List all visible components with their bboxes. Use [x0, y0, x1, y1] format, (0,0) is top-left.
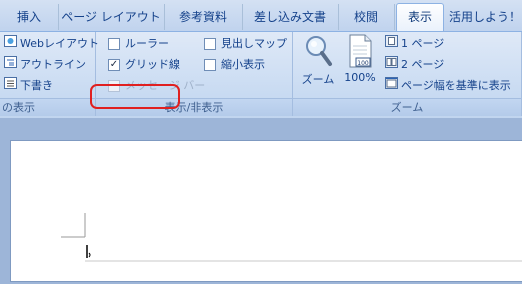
tab-insert[interactable]: 挿入 [0, 4, 59, 30]
gridlines-check-box[interactable]: ✓ [108, 59, 120, 71]
gridlines-highlight-outline [90, 84, 180, 109]
document-map-checkbox[interactable]: 見出しマップ [204, 35, 287, 53]
gridlines-checkbox[interactable]: ✓ グリッド線 [108, 56, 180, 74]
outline-button[interactable]: アウトライン [4, 56, 86, 74]
ribbon-tab-bar: 挿入 ページ レイアウト 参考資料 差し込み文書 校閲 表示 活用しよう！ [0, 0, 522, 32]
page-width-icon [385, 77, 398, 95]
ribbon-panel: Webレイアウト アウトライン 下書き の表示 ルーラー ✓ グリッド線 メッセー… [0, 31, 522, 118]
draft-button[interactable]: 下書き [4, 77, 53, 95]
document-page[interactable] [10, 140, 522, 282]
two-pages-button[interactable]: 2 ページ [385, 56, 444, 74]
document-map-check-box[interactable] [204, 38, 216, 50]
web-layout-icon [4, 35, 17, 53]
zoom-button[interactable]: ズーム [299, 34, 337, 87]
document-views-caption: の表示 [0, 98, 95, 116]
thumbnails-checkbox[interactable]: 縮小表示 [204, 56, 265, 74]
one-page-icon [385, 35, 398, 53]
ruler-check-box[interactable] [108, 38, 120, 50]
tab-page-layout[interactable]: ページ レイアウト [58, 4, 165, 30]
draft-icon [4, 77, 17, 95]
zoom-100-button[interactable]: 100 100% [341, 34, 379, 84]
page-100-icon: 100 [341, 34, 379, 71]
tab-references[interactable]: 参考資料 [164, 4, 243, 30]
document-workspace [0, 118, 522, 282]
tab-view[interactable]: 表示 [396, 3, 444, 32]
one-page-button[interactable]: 1 ページ [385, 35, 444, 53]
web-layout-button[interactable]: Webレイアウト [4, 35, 99, 53]
thumbnails-check-box[interactable] [204, 59, 216, 71]
ruler-checkbox[interactable]: ルーラー [108, 35, 169, 53]
zoom-caption: ズーム [293, 98, 521, 116]
svg-text:100: 100 [357, 60, 369, 67]
magnifier-icon [299, 34, 337, 71]
tab-mailings[interactable]: 差し込み文書 [242, 4, 339, 30]
tab-get-started[interactable]: 活用しよう！ [448, 4, 522, 30]
page-width-button[interactable]: ページ幅を基準に表示 [385, 77, 511, 95]
outline-icon [4, 56, 17, 74]
tab-review[interactable]: 校閲 [338, 4, 395, 30]
document-views-group: Webレイアウト アウトライン 下書き の表示 [0, 32, 99, 116]
page-guides [61, 213, 522, 262]
two-pages-icon [385, 56, 398, 74]
zoom-group: ズーム 100 100% 1 ページ 2 ページ ページ幅を基準に表示 ズーム [293, 32, 522, 116]
